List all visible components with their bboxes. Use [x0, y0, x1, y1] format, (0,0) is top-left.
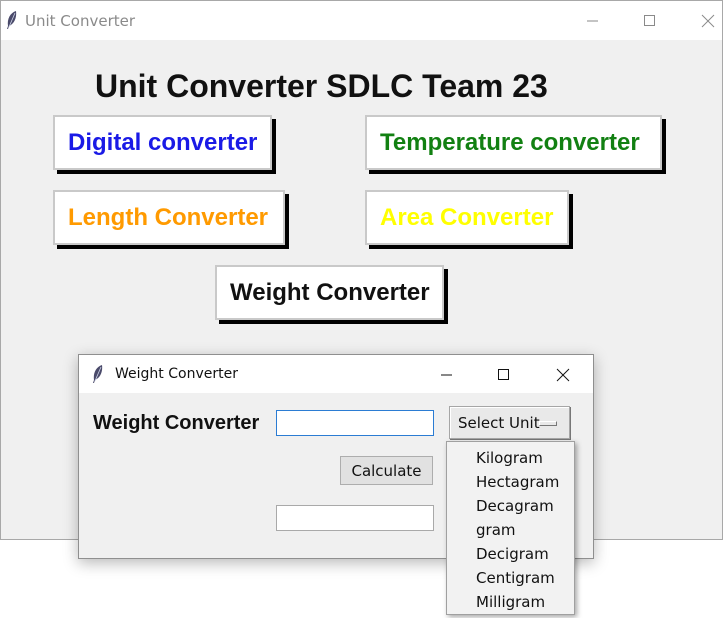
weight-converter-button[interactable]: Weight Converter [215, 265, 444, 320]
weight-input[interactable] [276, 410, 434, 436]
dialog-minimize-button[interactable] [424, 355, 470, 394]
maximize-button[interactable] [627, 1, 673, 40]
feather-icon [93, 365, 103, 383]
digital-converter-button[interactable]: Digital converter [53, 115, 272, 170]
app-heading: Unit Converter SDLC Team 23 [95, 68, 548, 104]
menu-item-decigram[interactable]: Decigram [447, 542, 574, 566]
dialog-close-button[interactable] [540, 355, 586, 394]
dialog-maximize-button[interactable] [481, 355, 527, 394]
weight-converter-label: Weight Converter [93, 412, 260, 434]
menu-item-hectagram[interactable]: Hectagram [447, 470, 574, 494]
temperature-converter-button[interactable]: Temperature converter [365, 115, 662, 170]
area-converter-button[interactable]: Area Converter [365, 190, 569, 245]
menu-item-gram[interactable]: gram [447, 518, 574, 542]
feather-icon [7, 11, 17, 29]
main-window-title: Unit Converter [25, 12, 136, 30]
minimize-button[interactable] [570, 1, 616, 40]
minimize-icon [587, 20, 598, 21]
minimize-icon [441, 374, 452, 375]
close-icon [701, 14, 715, 27]
unit-dropdown-menu: Kilogram Hectagram Decagram gram Decigra… [446, 441, 575, 615]
option-menu-indicator-icon [539, 421, 557, 426]
main-titlebar[interactable]: Unit Converter [1, 1, 722, 40]
calculate-button[interactable]: Calculate [340, 456, 433, 485]
maximize-icon [498, 368, 509, 380]
menu-item-milligram[interactable]: Milligram [447, 590, 574, 614]
close-button[interactable] [685, 1, 723, 40]
result-output [276, 505, 434, 531]
length-converter-button[interactable]: Length Converter [53, 190, 285, 245]
unit-select-label: Select Unit [458, 413, 540, 432]
menu-item-kilogram[interactable]: Kilogram [447, 446, 574, 470]
menu-item-decagram[interactable]: Decagram [447, 494, 574, 518]
menu-item-centigram[interactable]: Centigram [447, 566, 574, 590]
dialog-title: Weight Converter [115, 366, 238, 382]
close-icon [556, 368, 570, 381]
maximize-icon [644, 14, 655, 26]
dialog-titlebar[interactable]: Weight Converter [79, 355, 593, 393]
unit-select[interactable]: Select Unit [449, 406, 570, 439]
